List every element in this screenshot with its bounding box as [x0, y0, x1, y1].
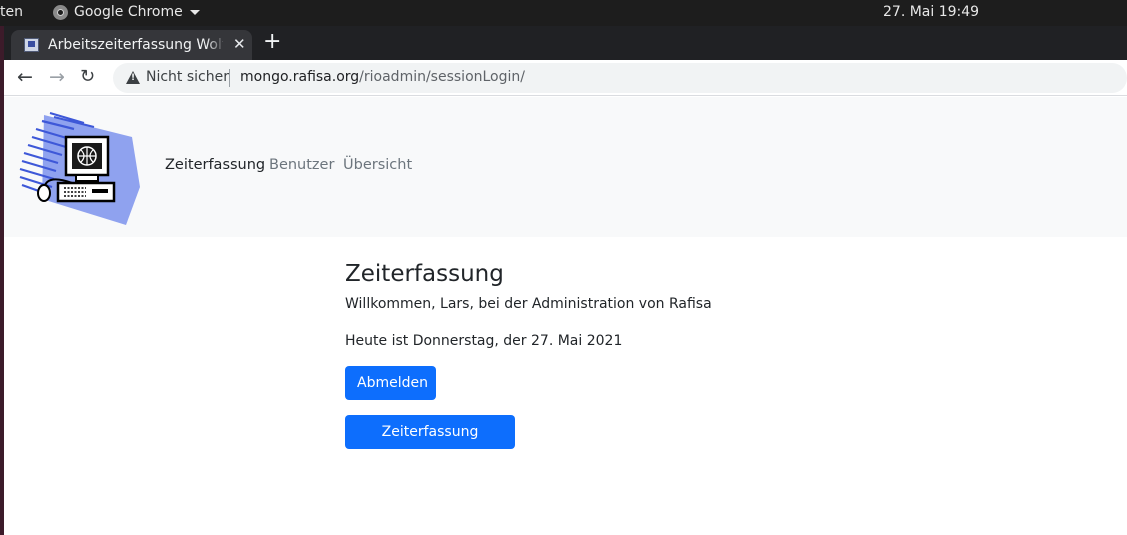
computer-favicon-icon: [24, 38, 39, 52]
os-top-bar: ten Google Chrome 27. Mai 19:49: [0, 0, 1127, 26]
nav-link-uebersicht[interactable]: Übersicht: [343, 157, 412, 173]
back-arrow-icon[interactable]: ←: [17, 66, 33, 88]
app-menu[interactable]: Google Chrome: [53, 4, 200, 20]
stop-tracking-button[interactable]: Zeiterfassung stoppen: [345, 415, 515, 474]
security-label[interactable]: Nicht sicher: [146, 69, 229, 85]
page-title: Zeiterfassung: [345, 261, 504, 287]
nav-link-benutzer[interactable]: Benutzer: [269, 157, 334, 173]
tab-strip: Arbeitszeiterfassung Wolf ✕ +: [4, 26, 1127, 60]
url-host: mongo.rafisa.org: [240, 69, 360, 85]
browser-toolbar: ← → ↻ Nicht sicher mongo.rafisa.org/rioa…: [4, 60, 1127, 96]
reload-icon[interactable]: ↻: [80, 66, 95, 88]
computer-logo-icon[interactable]: [14, 107, 144, 227]
close-tab-icon[interactable]: ✕: [233, 36, 246, 52]
app-name: Google Chrome: [74, 4, 183, 20]
chrome-icon: [53, 4, 68, 20]
tab-active[interactable]: Arbeitszeiterfassung Wolf ✕: [11, 30, 252, 60]
tab-title: Arbeitszeiterfassung Wolf: [48, 37, 223, 53]
url-path: /rioadmin/sessionLogin/: [359, 69, 525, 85]
web-page: Zeiterfassung Benutzer Übersicht Zeiterf…: [4, 97, 1127, 535]
system-clock[interactable]: 27. Mai 19:49: [883, 4, 979, 20]
omnibox-separator: [229, 69, 230, 87]
url-text[interactable]: mongo.rafisa.org/rioadmin/sessionLogin/: [240, 69, 525, 85]
site-navbar: Zeiterfassung Benutzer Übersicht: [4, 97, 1127, 237]
activities-button[interactable]: ten: [0, 4, 23, 20]
address-bar[interactable]: Nicht sicher mongo.rafisa.org/rioadmin/s…: [113, 63, 1127, 93]
warning-icon[interactable]: [126, 71, 140, 84]
nav-link-zeiterfassung[interactable]: Zeiterfassung: [165, 157, 265, 173]
logout-button[interactable]: Abmelden: [345, 366, 436, 400]
welcome-text: Willkommen, Lars, bei der Administration…: [345, 296, 712, 312]
main-content: Zeiterfassung Willkommen, Lars, bei der …: [345, 259, 845, 474]
new-tab-button[interactable]: +: [263, 29, 281, 55]
caret-down-icon: [189, 9, 200, 15]
forward-arrow-icon[interactable]: →: [49, 66, 65, 88]
date-text: Heute ist Donnerstag, der 27. Mai 2021: [345, 333, 623, 349]
tab-title-fade: [206, 34, 226, 56]
